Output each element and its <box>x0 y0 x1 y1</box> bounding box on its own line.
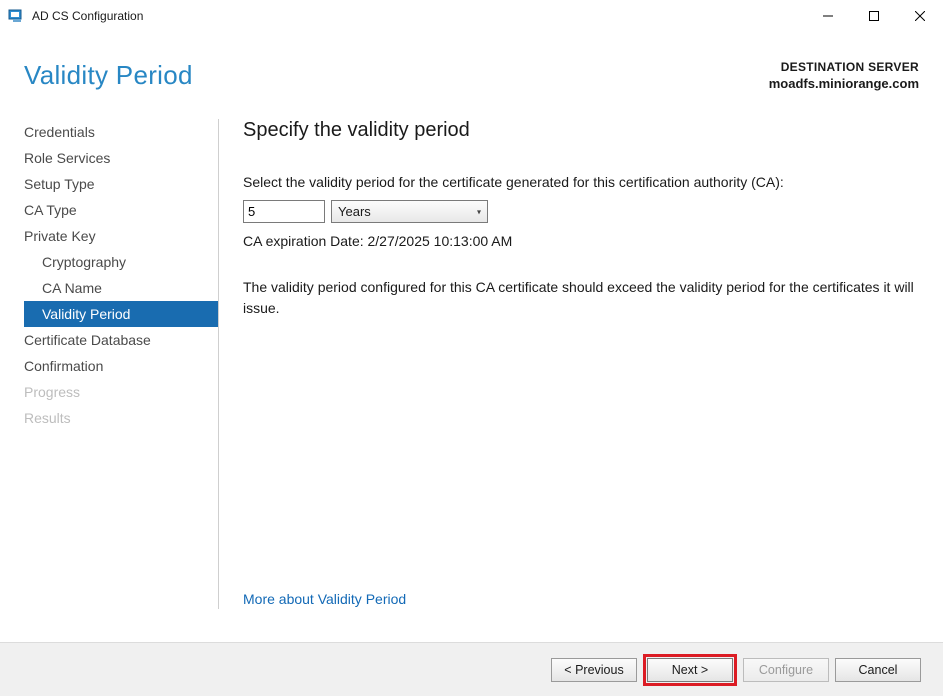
wizard-footer: < Previous Next > Configure Cancel <box>0 642 943 696</box>
next-button-highlight: Next > <box>643 654 737 686</box>
sidebar-item-confirmation[interactable]: Confirmation <box>24 353 218 379</box>
sidebar-item-certificate-database[interactable]: Certificate Database <box>24 327 218 353</box>
expiration-label: CA expiration Date: 2/27/2025 10:13:00 A… <box>243 233 919 249</box>
sidebar-item-progress: Progress <box>24 379 218 405</box>
maximize-button[interactable] <box>851 0 897 32</box>
sidebar-item-results: Results <box>24 405 218 431</box>
content-title: Specify the validity period <box>243 119 919 142</box>
chevron-down-icon: ▾ <box>477 207 481 216</box>
main-area: Credentials Role Services Setup Type CA … <box>0 119 943 609</box>
sidebar-item-ca-type[interactable]: CA Type <box>24 197 218 223</box>
vertical-divider <box>218 119 219 609</box>
sidebar-item-role-services[interactable]: Role Services <box>24 145 218 171</box>
sidebar-item-validity-period[interactable]: Validity Period <box>24 301 218 327</box>
window-title: AD CS Configuration <box>32 9 805 23</box>
sidebar-item-cryptography[interactable]: Cryptography <box>24 249 218 275</box>
configure-button: Configure <box>743 658 829 682</box>
cancel-button[interactable]: Cancel <box>835 658 921 682</box>
validity-note: The validity period configured for this … <box>243 277 919 319</box>
close-button[interactable] <box>897 0 943 32</box>
destination-server: moadfs.miniorange.com <box>769 76 919 91</box>
sidebar-item-credentials[interactable]: Credentials <box>24 119 218 145</box>
header: Validity Period DESTINATION SERVER moadf… <box>0 32 943 119</box>
title-bar: AD CS Configuration <box>0 0 943 32</box>
validity-unit-select[interactable]: Years ▾ <box>331 200 488 223</box>
previous-button[interactable]: < Previous <box>551 658 637 682</box>
sidebar-item-setup-type[interactable]: Setup Type <box>24 171 218 197</box>
validity-value-input[interactable] <box>243 200 325 223</box>
more-about-link[interactable]: More about Validity Period <box>243 591 919 609</box>
wizard-sidebar: Credentials Role Services Setup Type CA … <box>24 119 218 609</box>
minimize-button[interactable] <box>805 0 851 32</box>
sidebar-item-ca-name[interactable]: CA Name <box>24 275 218 301</box>
instruction-text: Select the validity period for the certi… <box>243 174 919 190</box>
validity-unit-value: Years <box>338 204 371 219</box>
content-pane: Specify the validity period Select the v… <box>243 119 919 609</box>
app-icon <box>8 8 24 24</box>
destination-label: DESTINATION SERVER <box>769 60 919 74</box>
page-title: Validity Period <box>24 60 193 91</box>
destination-server-block: DESTINATION SERVER moadfs.miniorange.com <box>769 60 919 91</box>
sidebar-item-private-key[interactable]: Private Key <box>24 223 218 249</box>
next-button[interactable]: Next > <box>647 658 733 682</box>
